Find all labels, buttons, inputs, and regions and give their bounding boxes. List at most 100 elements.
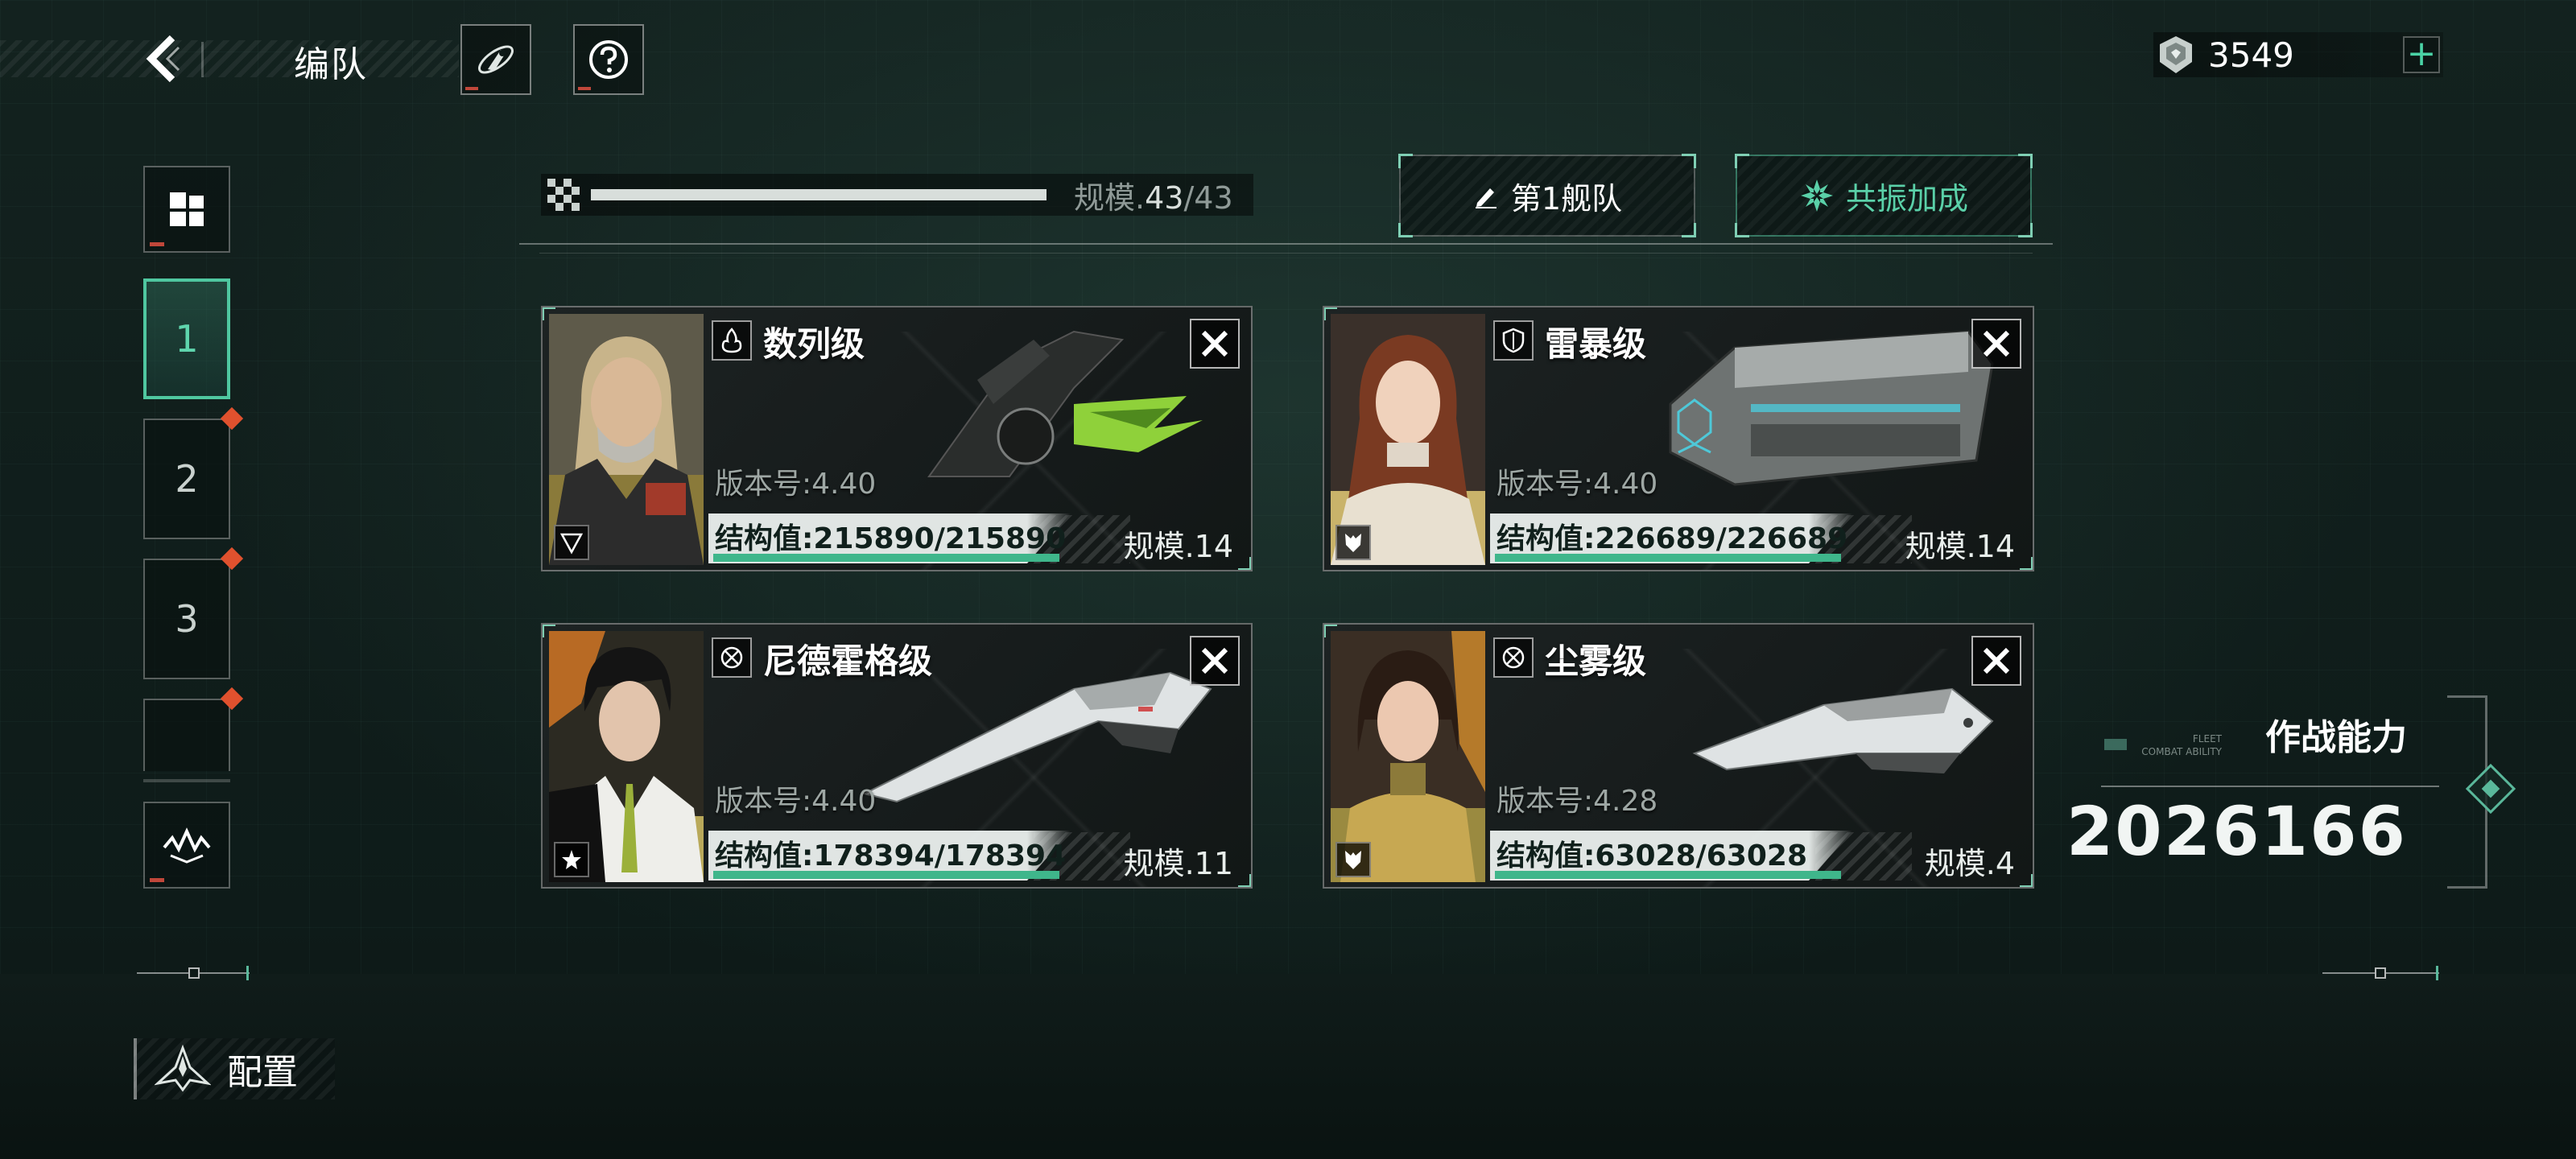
notification-dot: [220, 687, 244, 711]
triangle-down-icon: [554, 525, 589, 560]
grid-layout-icon: [170, 192, 204, 226]
planet-rocket-icon: [478, 45, 514, 74]
ship-image: [1669, 330, 1994, 486]
captain-portrait: [549, 314, 704, 565]
ship-version: 版本号:4.28: [1496, 785, 1658, 818]
header-divider-thin: [539, 253, 2033, 254]
capacity-text: 规模.43/43: [1074, 173, 1233, 217]
checkered-flag-icon: [547, 179, 580, 211]
ship-class-name: 数列级: [763, 324, 865, 364]
wolf-emblem-icon: [1335, 525, 1371, 560]
fleet-name-label: 第1舰队: [1510, 180, 1623, 217]
help-button[interactable]: [573, 24, 644, 95]
title-strip: [0, 40, 459, 77]
structure-bar: [713, 554, 1059, 562]
notification-dot: [220, 406, 244, 431]
chevron-left-icon: [146, 35, 180, 83]
flame-icon: [712, 320, 752, 361]
ship-silhouette-icon: [155, 1045, 211, 1092]
captain-portrait: [1331, 631, 1485, 882]
ship-scale: 规模.14: [1123, 529, 1233, 564]
crosshair-icon: [1493, 637, 1534, 678]
rename-fleet-button[interactable]: 第1舰队: [1398, 154, 1696, 237]
resonance-label: 共振加成: [1845, 180, 1968, 217]
ship-version: 版本号:4.40: [715, 785, 877, 818]
fleet-tab-label: 2: [175, 457, 199, 501]
remove-ship-button[interactable]: [1190, 319, 1240, 369]
fleet-tab-1[interactable]: 1: [143, 278, 230, 399]
fleet-tab-label: 3: [175, 597, 199, 641]
ship-scale: 规模.11: [1123, 846, 1233, 881]
ship-image: [927, 330, 1203, 477]
capacity-fill: [591, 189, 1046, 200]
ship-structure: 结构值:215890/215890: [715, 522, 1067, 555]
capacity-current: 43: [1145, 179, 1184, 216]
ship-card[interactable]: 数列级 版本号:4.40 结构值:215890/215890 规模.14: [541, 306, 1253, 571]
close-icon: [1201, 330, 1228, 357]
resonance-bonus-button[interactable]: 共振加成: [1735, 154, 2033, 237]
currency-value: 3549: [2208, 35, 2294, 75]
planet-button[interactable]: [460, 24, 531, 95]
fleet-tab-4[interactable]: [143, 687, 244, 771]
command-emblem-button[interactable]: [143, 802, 230, 889]
star-emblem-icon: [554, 842, 589, 877]
configuration-button[interactable]: 配置: [134, 1038, 335, 1099]
fleet-capacity-bar: 规模.43/43: [541, 174, 1253, 216]
close-icon: [1201, 647, 1228, 674]
close-icon: [1983, 647, 2010, 674]
capacity-max: 43: [1194, 179, 1233, 216]
fleet-tab-3[interactable]: 3: [143, 547, 244, 679]
ship-structure: 结构值:226689/226689: [1496, 522, 1848, 555]
crystal-icon: [2153, 32, 2198, 77]
remove-ship-button[interactable]: [1971, 636, 2021, 686]
back-button[interactable]: [138, 31, 187, 87]
ship-structure: 结构值:63028/63028: [1496, 839, 1808, 872]
ship-scale: 规模.4: [1924, 846, 2015, 881]
add-currency-button[interactable]: +: [2403, 36, 2440, 73]
capacity-prefix: 规模.: [1074, 179, 1146, 216]
configuration-label: 配置: [227, 1052, 298, 1093]
currency-display: 3549 +: [2153, 32, 2443, 77]
ship-version: 版本号:4.40: [715, 468, 877, 501]
captain-portrait: [1331, 314, 1485, 565]
pencil-icon: [1475, 188, 1496, 208]
formation-grid-button[interactable]: [143, 166, 230, 253]
question-icon: [589, 40, 628, 79]
structure-bar: [1495, 554, 1841, 562]
crosshair-icon: [712, 637, 752, 678]
wave-emblem-icon: [163, 827, 211, 864]
ship-image: [1692, 687, 1994, 773]
combat-power-divider: [2101, 786, 2439, 787]
fleet-tab-label: 1: [175, 317, 199, 361]
red-indicator: [150, 878, 164, 882]
shield-icon: [1493, 320, 1534, 361]
structure-bar: [713, 871, 1059, 879]
remove-ship-button[interactable]: [1971, 319, 2021, 369]
bottom-band: [0, 974, 2576, 1159]
capacity-separator: /: [1183, 179, 1195, 216]
capacity-track: [591, 189, 1046, 200]
combat-power-label: 作战能力: [2265, 717, 2407, 758]
combat-power-value: 2026166: [2066, 792, 2407, 871]
ship-class-name: 尼德霍格级: [763, 641, 933, 681]
ship-card[interactable]: 雷暴级 版本号:4.40 结构值:226689/226689 规模.14: [1323, 306, 2034, 571]
page-title: 编队: [294, 44, 368, 85]
fleet-tab-2[interactable]: 2: [143, 406, 244, 539]
resonance-icon: [1800, 179, 1833, 212]
close-icon: [1983, 330, 2010, 357]
ship-class-name: 雷暴级: [1545, 324, 1647, 364]
header-divider: [519, 243, 2053, 245]
combat-power-panel: FLEET COMBAT ABILITY 作战能力 2026166: [2066, 708, 2439, 885]
ship-class-name: 尘雾级: [1545, 641, 1647, 681]
remove-ship-button[interactable]: [1190, 636, 1240, 686]
combat-power-subtitle: FLEET COMBAT ABILITY: [2141, 733, 2222, 757]
ship-version: 版本号:4.40: [1496, 468, 1658, 501]
structure-bar: [1495, 871, 1841, 879]
title-divider: [201, 42, 204, 77]
sidebar-divider: [143, 779, 230, 782]
ship-card[interactable]: 尼德霍格级 版本号:4.40 结构值:178394/178394 规模.11: [541, 623, 1253, 889]
ship-card[interactable]: 尘雾级 版本号:4.28 结构值:63028/63028 规模.4: [1323, 623, 2034, 889]
red-indicator: [150, 242, 164, 246]
ship-structure: 结构值:178394/178394: [715, 839, 1067, 872]
captain-portrait: [549, 631, 704, 882]
